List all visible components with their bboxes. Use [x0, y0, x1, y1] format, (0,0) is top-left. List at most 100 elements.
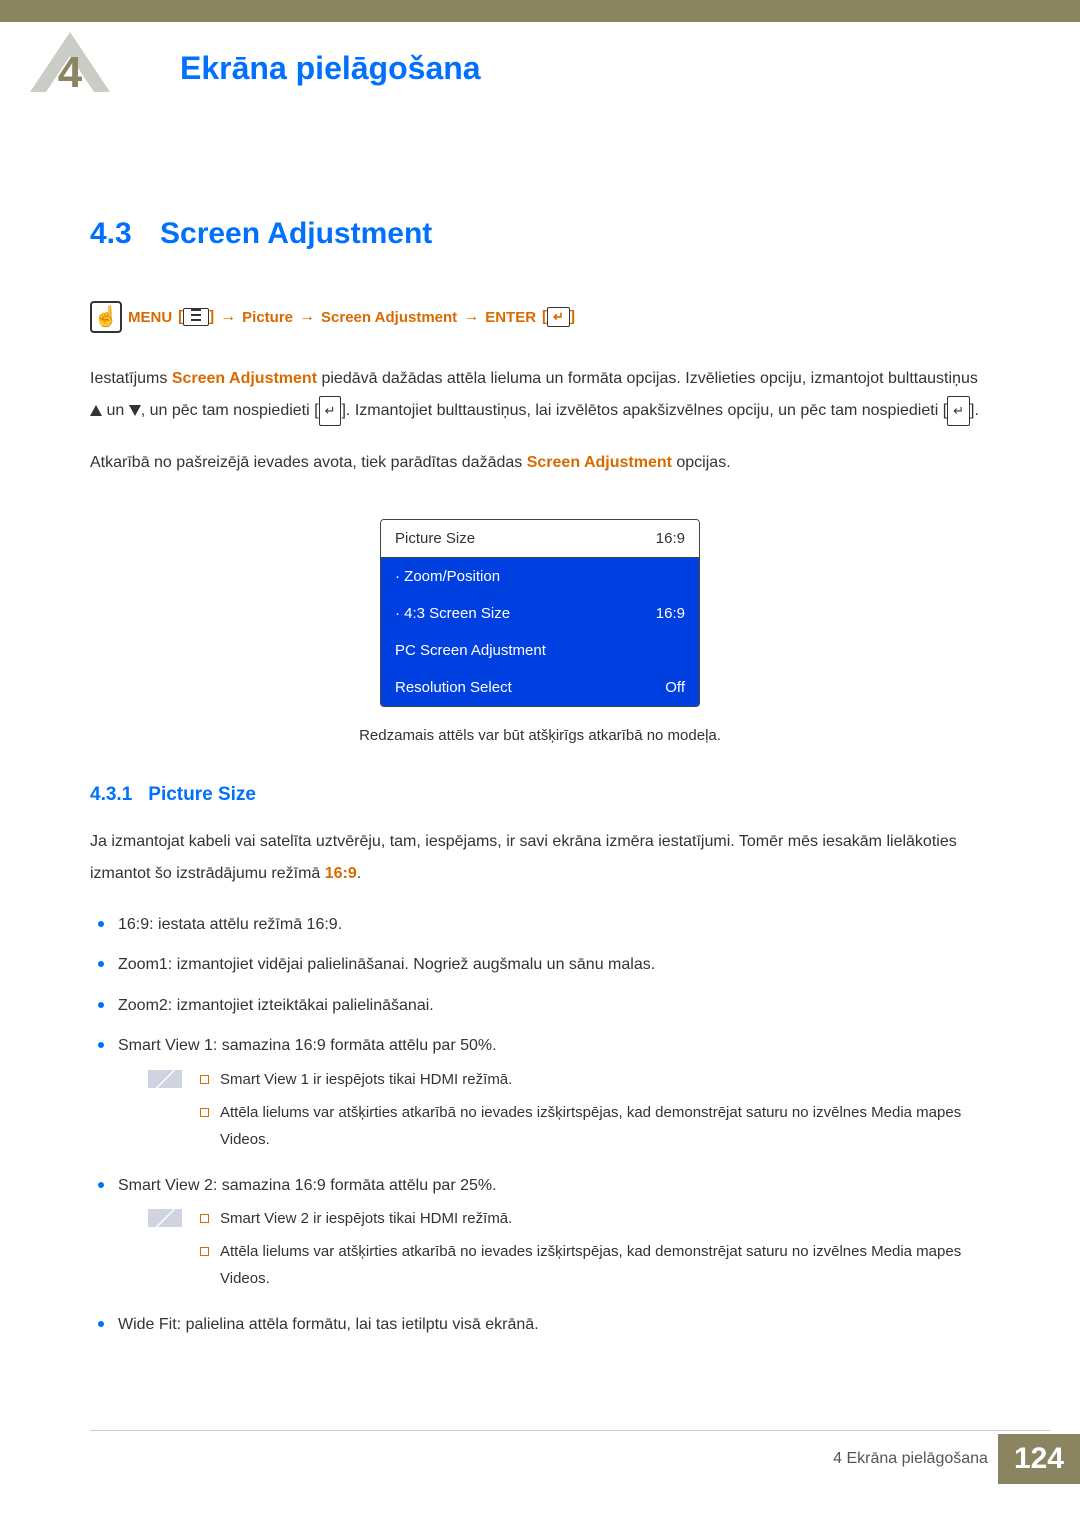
text: , un pēc tam nospiedieti [ [141, 402, 319, 419]
option-text: : izmantojiet vidējai palielināšanai. No… [168, 956, 655, 973]
text: Ja izmantojat kabeli vai satelīta uztvēr… [90, 833, 957, 882]
page-footer: 4 Ekrāna pielāgošana 124 [0, 1430, 1080, 1484]
subsection-number: 4.3.1 [90, 784, 132, 806]
down-arrow-icon [129, 405, 141, 416]
menu-preview-table: Picture Size 16:9 · Zoom/Position · 4:3 S… [380, 519, 700, 707]
row-label: PC Screen Adjustment [395, 642, 546, 659]
row-value: Off [665, 679, 685, 696]
menu-note: Redzamais attēls var būt atšķirīgs atkar… [90, 727, 990, 744]
arrow-sep: → [463, 308, 479, 326]
chapter-graphic: 4 [0, 32, 140, 97]
paragraph-1: Iestatījums Screen Adjustment piedāvā da… [90, 363, 990, 427]
enter-icon: ↵ [319, 396, 342, 426]
options-list: 16:9: iestata attēlu režīmā 16:9. Zoom1:… [90, 910, 990, 1340]
highlight: Screen Adjustment [527, 454, 672, 471]
page-content: 4.3 Screen Adjustment ☝ MENU [] → Pictur… [0, 97, 1080, 1390]
enter-icon-bracket: [↵] [542, 307, 575, 327]
subsection-heading: 4.3.1 Picture Size [90, 784, 990, 806]
option-text: : palielina attēla formātu, lai tas ieti… [177, 1316, 539, 1333]
text: Iestatījums [90, 370, 172, 387]
menu-step-picture: Picture [242, 309, 293, 326]
text: ]. Izmantojiet bulttaustiņus, lai izvēlē… [341, 402, 947, 419]
text: Atkarībā no pašreizējā ievades avota, ti… [90, 454, 527, 471]
hand-icon: ☝ [90, 301, 122, 333]
note-list: Smart View 2 ir iespējots tikai HDMI rež… [196, 1205, 990, 1298]
enter-icon: ↵ [947, 396, 970, 426]
highlight: Media [871, 1243, 912, 1260]
page-number: 124 [998, 1434, 1080, 1484]
subsection-intro: Ja izmantojat kabeli vai satelīta uztvēr… [90, 826, 990, 890]
option-key: Wide Fit [118, 1316, 177, 1333]
note-item: Attēla lielums var atšķirties atkarībā n… [196, 1099, 990, 1153]
section-heading: 4.3 Screen Adjustment [90, 217, 990, 251]
subsection-title: Picture Size [148, 784, 256, 806]
text: režīmā. [458, 1071, 512, 1088]
menu-bars-icon [183, 308, 209, 326]
menu-step-screen-adjustment: Screen Adjustment [321, 309, 457, 326]
section-title: Screen Adjustment [160, 217, 432, 251]
highlight: Media [871, 1104, 912, 1121]
up-arrow-icon [90, 405, 102, 416]
row-label: · Zoom/Position [395, 568, 500, 585]
arrow-sep: → [220, 308, 236, 326]
highlight: Smart View 1 [220, 1071, 309, 1088]
table-row: · 4:3 Screen Size16:9 [381, 595, 699, 632]
note-item: Attēla lielums var atšķirties atkarībā n… [196, 1238, 990, 1292]
footer-divider [90, 1430, 1050, 1431]
text: Attēla lielums var atšķirties atkarībā n… [220, 1243, 871, 1260]
option-text: : samazina 16:9 formāta attēlu par 25%. [213, 1177, 497, 1194]
svg-text:4: 4 [58, 48, 83, 92]
option-text: : iestata attēlu režīmā 16:9. [149, 916, 342, 933]
paragraph-2: Atkarībā no pašreizējā ievades avota, ti… [90, 447, 990, 479]
option-key: Zoom1 [118, 956, 168, 973]
footer-label: 4 Ekrāna pielāgošana [833, 1450, 988, 1468]
option-text: : izmantojiet izteiktākai palielināšanai… [168, 997, 434, 1014]
list-item: Smart View 1: samazina 16:9 formāta attē… [90, 1031, 990, 1158]
table-row: Resolution Select Off [381, 669, 699, 706]
note-item: Smart View 1 ir iespējots tikai HDMI rež… [196, 1066, 990, 1093]
row-label: Picture Size [395, 530, 475, 547]
header-title: Ekrāna pielāgošana [140, 32, 481, 87]
text: mapes [912, 1243, 961, 1260]
enter-icon: ↵ [547, 307, 570, 327]
highlight: Videos [220, 1131, 266, 1148]
table-row: PC Screen Adjustment [381, 632, 699, 669]
enter-label: ENTER [485, 309, 536, 326]
text: . [357, 865, 361, 882]
menu-icon-bracket: [] [178, 308, 214, 326]
list-item: Smart View 2: samazina 16:9 formāta attē… [90, 1171, 990, 1298]
list-item: Zoom2: izmantojiet izteiktākai palielinā… [90, 991, 990, 1021]
option-key: Zoom2 [118, 997, 168, 1014]
text: ir iespējots tikai [309, 1071, 420, 1088]
option-key: Smart View 2 [118, 1177, 213, 1194]
menu-label: MENU [128, 309, 172, 326]
list-item: 16:9: iestata attēlu režīmā 16:9. [90, 910, 990, 940]
note-item: Smart View 2 ir iespējots tikai HDMI rež… [196, 1205, 990, 1232]
highlight: Videos [220, 1270, 266, 1287]
note-list: Smart View 1 ir iespējots tikai HDMI rež… [196, 1066, 990, 1159]
highlight: HDMI [420, 1071, 458, 1088]
highlight: Smart View 2 [220, 1210, 309, 1227]
row-value: 16:9 [656, 530, 685, 547]
text: ]. [970, 402, 979, 419]
option-text: : samazina 16:9 formāta attēlu par 50%. [213, 1037, 497, 1054]
table-row: Picture Size 16:9 [381, 520, 699, 558]
menu-path: ☝ MENU [] → Picture → Screen Adjustment … [90, 301, 990, 333]
note-icon [148, 1209, 182, 1227]
highlight: HDMI [420, 1210, 458, 1227]
text: mapes [912, 1104, 961, 1121]
top-bar [0, 0, 1080, 22]
note-icon [148, 1070, 182, 1088]
option-key: 16:9 [118, 916, 149, 933]
list-item: Wide Fit: palielina attēla formātu, lai … [90, 1310, 990, 1340]
section-number: 4.3 [90, 217, 160, 251]
text: un [102, 402, 129, 419]
text: . [266, 1270, 270, 1287]
note-block: Smart View 1 ir iespējots tikai HDMI rež… [148, 1066, 990, 1159]
arrow-sep: → [299, 308, 315, 326]
row-label: Resolution Select [395, 679, 512, 696]
footer-right: 4 Ekrāna pielāgošana 124 [833, 1434, 1080, 1484]
highlight: 16:9 [325, 865, 357, 882]
option-key: Smart View 1 [118, 1037, 213, 1054]
text: režīmā. [458, 1210, 512, 1227]
